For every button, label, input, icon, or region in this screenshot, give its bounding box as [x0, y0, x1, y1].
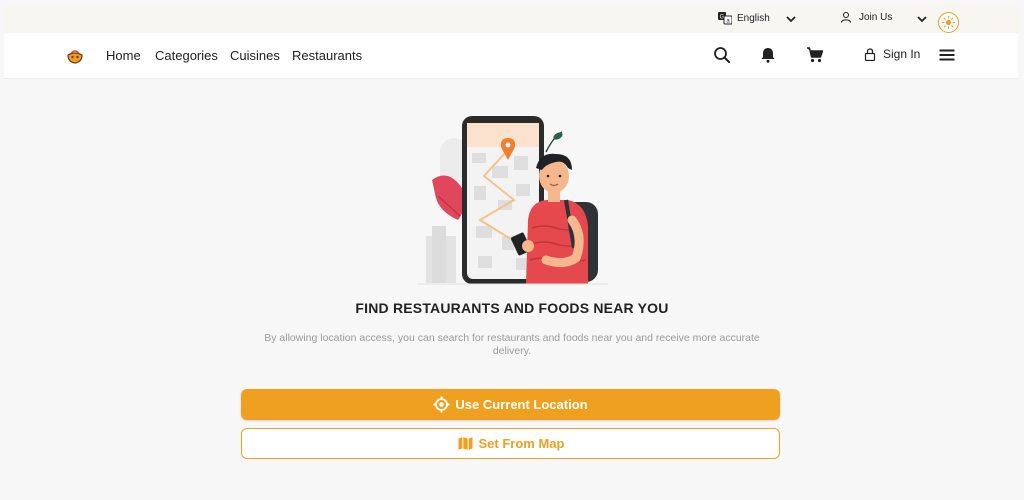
bell-icon[interactable]: [759, 46, 777, 64]
lock-icon: [864, 47, 876, 61]
sign-in-button[interactable]: Sign In: [864, 47, 920, 61]
chevron-down-icon[interactable]: [785, 13, 797, 25]
use-current-location-button[interactable]: Use Current Location: [241, 389, 780, 420]
nav-home[interactable]: Home: [106, 48, 141, 63]
sign-in-label: Sign In: [883, 47, 921, 61]
location-target-icon: [433, 396, 450, 413]
nav-restaurants[interactable]: Restaurants: [292, 48, 362, 63]
user-icon: [840, 11, 852, 23]
search-icon[interactable]: [713, 46, 731, 64]
logo-icon[interactable]: [66, 47, 84, 65]
nav-categories[interactable]: Categories: [155, 48, 218, 63]
chevron-down-icon[interactable]: [916, 13, 928, 25]
location-illustration: [418, 116, 608, 285]
join-us-link[interactable]: Join Us: [840, 11, 892, 23]
top-bar: G a English Join Us: [4, 4, 1018, 33]
set-from-map-label: Set From Map: [478, 436, 565, 451]
theme-toggle[interactable]: [938, 12, 959, 33]
sun-icon: [942, 16, 955, 29]
language-label: English: [737, 12, 770, 24]
location-description: By allowing location access, you can sea…: [264, 332, 760, 357]
hamburger-menu-icon[interactable]: [938, 46, 956, 64]
map-icon: [458, 437, 473, 450]
cart-icon[interactable]: [806, 46, 824, 64]
nav-cuisines[interactable]: Cuisines: [230, 48, 280, 63]
join-us-label: Join Us: [859, 11, 893, 23]
main-navigation: Home Categories Cuisines Restaurants Sig…: [4, 33, 1018, 79]
translate-icon: G a: [718, 12, 732, 25]
page-title: FIND RESTAURANTS AND FOODS NEAR YOU: [355, 300, 669, 316]
language-selector[interactable]: G a English: [718, 11, 770, 25]
set-from-map-button[interactable]: Set From Map: [241, 428, 780, 459]
use-current-location-label: Use Current Location: [455, 397, 588, 412]
